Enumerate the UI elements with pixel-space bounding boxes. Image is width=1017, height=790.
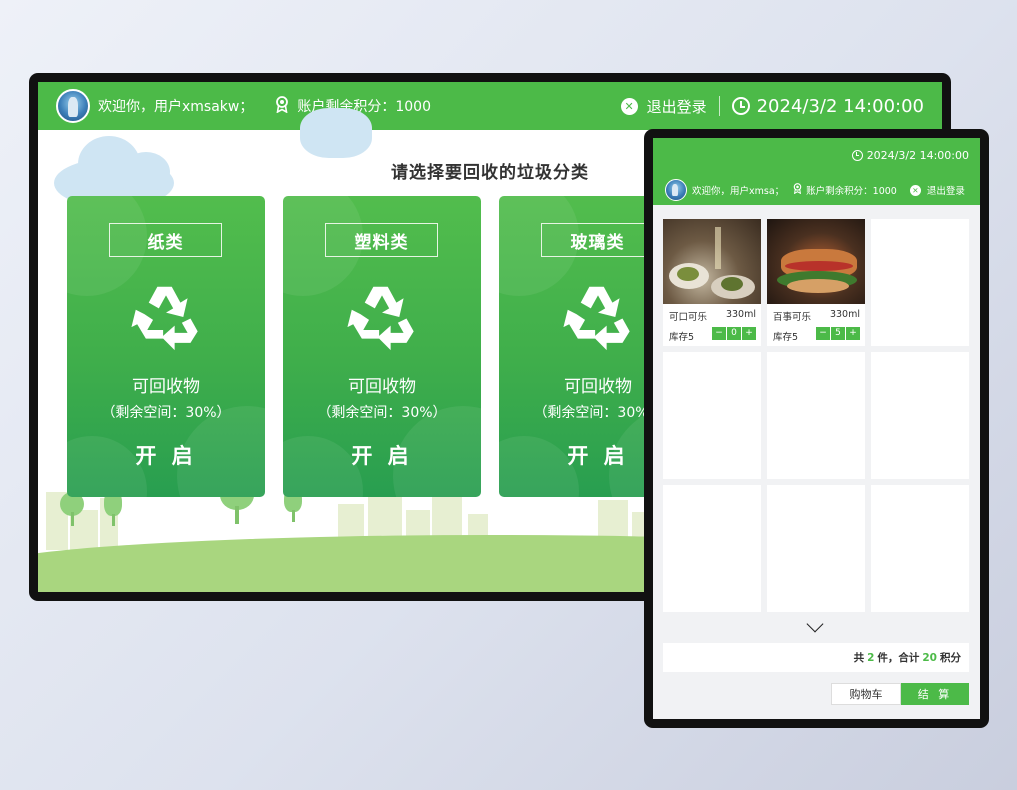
datetime: 2024/3/2 14:00:00 [756,95,924,117]
product-name: 可口可乐 [669,312,708,323]
medal-icon [793,183,802,197]
recycle-icon [563,286,630,351]
card-space: （剩余空间：30%） [317,405,447,421]
plus-button[interactable]: + [742,327,756,340]
tablet-header: 2024/3/2 14:00:00 欢迎你，用户xmsa； 账户剩余积分：100… [653,138,980,205]
close-icon[interactable]: ✕ [909,184,921,196]
logout-button[interactable]: 退出登录 [647,96,707,117]
empty-slot [871,352,969,479]
card-subtitle: 可回收物 [348,377,416,397]
empty-slot [767,352,865,479]
recycle-icon [347,286,414,351]
tablet-user-row: 欢迎你，用户xmsa； 账户剩余积分：1000 ✕ 退出登录 [665,179,970,201]
close-icon[interactable]: ✕ [620,97,638,115]
product-card[interactable]: 可口可乐 330ml 库存5 − 0 + [663,219,761,346]
quantity-value[interactable]: 0 [727,327,741,340]
empty-slot [663,485,761,612]
cart-button[interactable]: 购物车 [831,683,901,705]
points-text: 账户剩余积分：1000 [806,186,897,197]
avatar[interactable] [665,179,687,201]
big-header: 欢迎你，用户xmsakw； 账户剩余积分：1000 ✕ 退出登录 2024/3/… [38,82,942,130]
category-card-paper[interactable]: 纸类 可回收物 （剩余空间：30%） 开 启 [67,196,265,497]
empty-slot [663,352,761,479]
product-volume: 330ml [725,309,756,320]
welcome-text: 欢迎你，用户xmsakw； [98,99,254,115]
chevron-down-icon[interactable] [806,615,824,633]
clock-icon [731,97,750,115]
card-title: 纸类 [109,223,222,257]
product-name: 百事可乐 [773,312,812,323]
product-image [663,219,761,304]
medal-icon [275,95,289,117]
quantity-stepper: − 0 + [711,327,756,340]
total-count: 2 [867,651,875,664]
card-space: （剩余空间：30%） [101,405,231,421]
logout-button[interactable]: 退出登录 [927,183,965,197]
empty-slot [871,219,969,346]
product-stock: 库存5 [669,332,695,343]
quantity-stepper: − 5 + [815,327,860,340]
plus-button[interactable]: + [846,327,860,340]
tablet-datetime: 2024/3/2 14:00:00 [866,149,969,162]
welcome-text: 欢迎你，用户xmsa； [692,186,785,197]
empty-slot [767,485,865,612]
total-prefix: 共 [853,652,865,664]
checkout-button[interactable]: 结 算 [901,683,969,705]
product-card[interactable]: 百事可乐 330ml 库存5 − 5 + [767,219,865,346]
total-mid: 件，合计 [877,652,920,664]
open-button[interactable]: 开 启 [283,440,481,470]
product-volume: 330ml [829,309,860,320]
total-suffix: 积分 [940,652,961,664]
avatar[interactable] [56,89,90,123]
card-subtitle: 可回收物 [132,377,200,397]
product-stock: 库存5 [773,332,799,343]
card-title: 塑料类 [325,223,438,257]
header-divider [718,96,720,116]
tablet-frame: 2024/3/2 14:00:00 欢迎你，用户xmsa； 账户剩余积分：100… [644,129,989,728]
tablet-screen: 2024/3/2 14:00:00 欢迎你，用户xmsa； 账户剩余积分：100… [653,138,980,719]
clock-icon [851,150,863,161]
minus-button[interactable]: − [816,327,830,340]
empty-slot [871,485,969,612]
total-points: 20 [922,651,937,664]
tablet-time: 2024/3/2 14:00:00 [851,149,969,162]
quantity-value[interactable]: 5 [831,327,845,340]
product-image [767,219,865,304]
category-card-plastic[interactable]: 塑料类 可回收物 （剩余空间：30%） 开 启 [283,196,481,497]
card-title: 玻璃类 [541,223,654,257]
open-button[interactable]: 开 启 [67,440,265,470]
cart-total: 共 2 件，合计 20 积分 [663,643,969,672]
recycle-icon [131,286,198,351]
minus-button[interactable]: − [712,327,726,340]
